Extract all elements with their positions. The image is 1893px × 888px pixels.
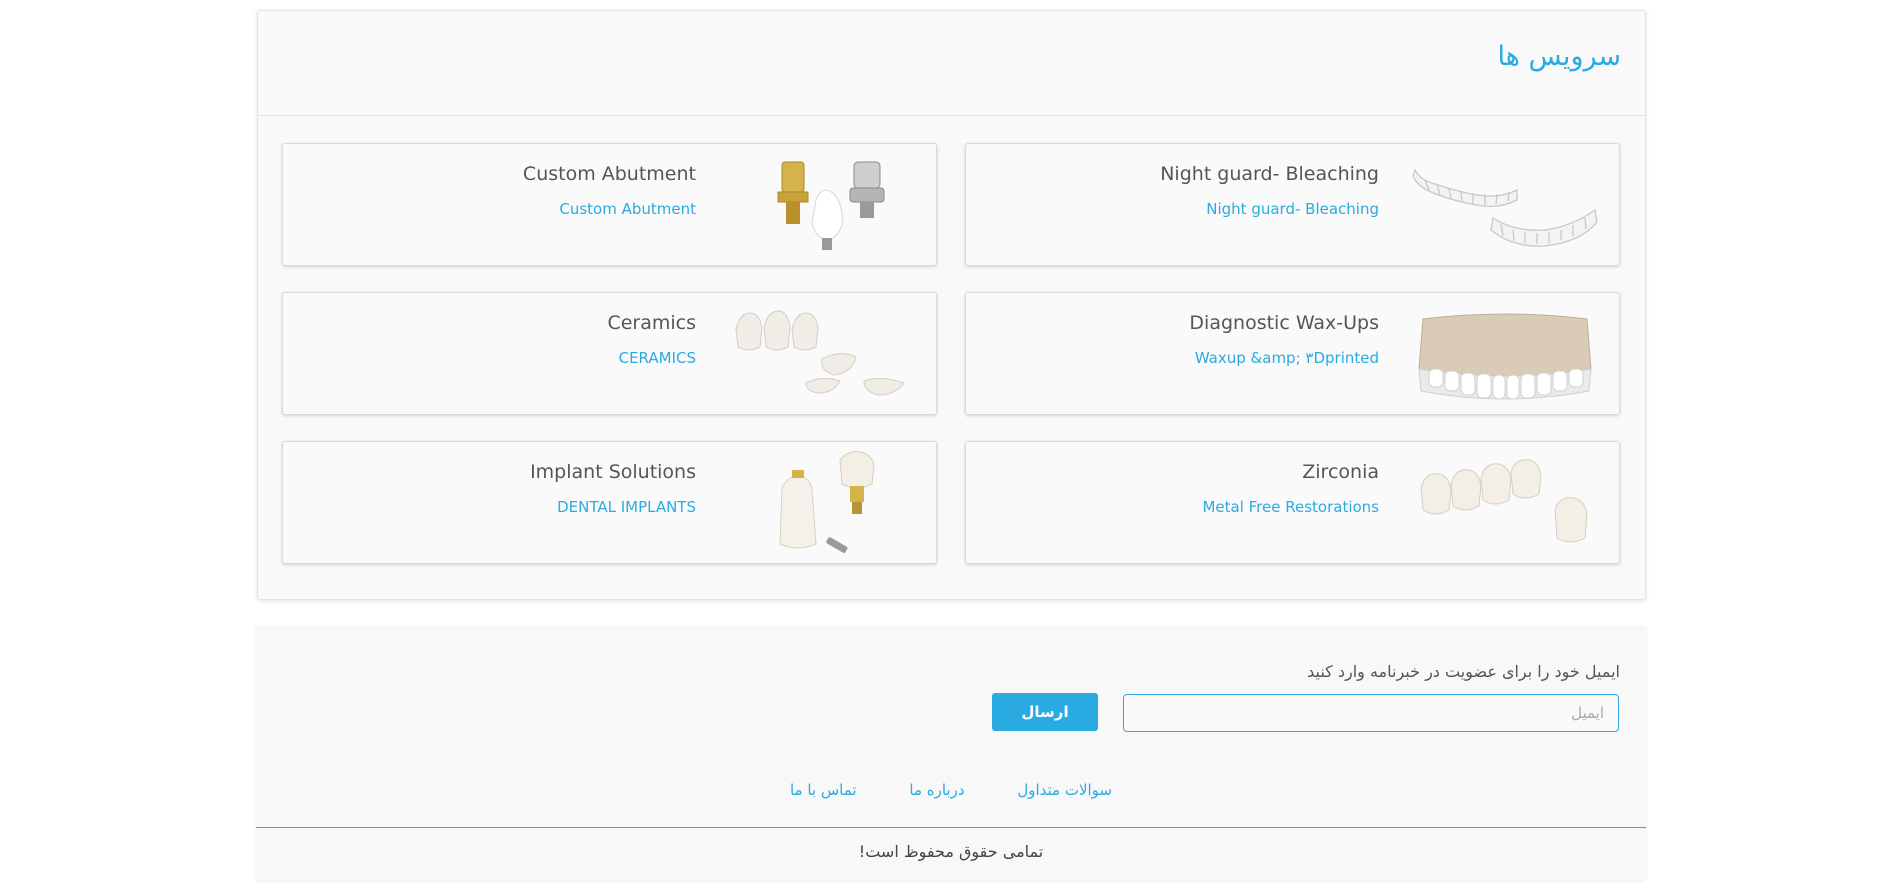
clear-aligner-trays-image <box>1412 168 1598 247</box>
card-title: Night guard- Bleaching <box>1160 163 1379 185</box>
page-title: سرویس ها <box>1497 41 1621 72</box>
footer-link-about[interactable]: درباره ما <box>909 781 964 799</box>
card-title: Custom Abutment <box>522 163 696 185</box>
service-card-wax-ups[interactable]: Diagnostic Wax-Ups Waxup &amp; ۳Dprinted <box>965 292 1620 415</box>
implant-abutments-image <box>777 161 885 250</box>
email-input[interactable] <box>1123 694 1619 732</box>
footer-link-faq[interactable]: سوالات متداول <box>1017 781 1112 799</box>
zirconia-bridge-image <box>1420 459 1588 543</box>
card-subtitle[interactable]: Custom Abutment <box>559 200 696 218</box>
service-card-custom-abutment[interactable]: Custom Abutment Custom Abutment <box>282 143 937 266</box>
ceramic-crowns-veneers-image <box>735 310 905 396</box>
card-title: Ceramics <box>607 312 696 334</box>
card-subtitle[interactable]: Night guard- Bleaching <box>1206 200 1379 218</box>
panel-header: سرویس ها <box>258 11 1645 116</box>
card-title: Implant Solutions <box>530 461 696 483</box>
implant-crown-image <box>779 451 875 553</box>
card-title: Zirconia <box>1302 461 1379 483</box>
newsletter-section: ایمیل خود را برای عضویت در خبرنامه وارد … <box>256 626 1646 880</box>
service-card-ceramics[interactable]: Ceramics CERAMICS <box>282 292 937 415</box>
footer-link-contact[interactable]: تماس با ما <box>790 781 857 799</box>
copyright-text: تمامی حقوق محفوظ است! <box>858 842 1044 861</box>
card-title: Diagnostic Wax-Ups <box>1189 312 1379 334</box>
services-panel: سرویس ها Night guard- Bleaching Night gu… <box>257 10 1646 600</box>
service-card-zirconia[interactable]: Zirconia Metal Free Restorations <box>965 441 1620 564</box>
newsletter-label: ایمیل خود را برای عضویت در خبرنامه وارد … <box>1307 662 1620 681</box>
card-subtitle[interactable]: DENTAL IMPLANTS <box>557 498 696 516</box>
service-card-night-guard[interactable]: Night guard- Bleaching Night guard- Blea… <box>965 143 1620 266</box>
card-subtitle[interactable]: CERAMICS <box>619 349 696 367</box>
footer-links: سوالات متداول درباره ما تماس با ما <box>256 781 1646 799</box>
dental-wax-model-image <box>1418 313 1592 400</box>
service-card-implant-solutions[interactable]: Implant Solutions DENTAL IMPLANTS <box>282 441 937 564</box>
footer-divider <box>256 827 1646 828</box>
send-button[interactable]: ارسال <box>992 693 1098 731</box>
card-subtitle[interactable]: Metal Free Restorations <box>1202 498 1379 516</box>
card-subtitle[interactable]: Waxup &amp; ۳Dprinted <box>1195 349 1379 367</box>
